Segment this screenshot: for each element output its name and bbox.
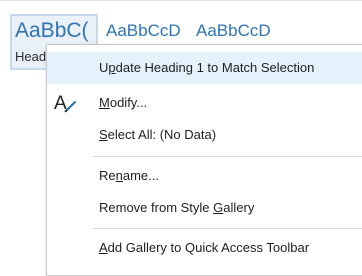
menu-item-select-all[interactable]: Select All: (No Data): [47, 119, 362, 151]
style-preview-text: AaBbC(: [15, 19, 89, 42]
access-key-underline: p: [108, 60, 116, 75]
menu-separator: [93, 228, 362, 229]
menu-item-label: Rename...: [99, 168, 159, 183]
menu-item-add-to-quick-access[interactable]: Add Gallery to Quick Access Toolbar: [47, 232, 362, 264]
menu-item-rename[interactable]: Rename...: [47, 160, 362, 192]
menu-separator: [93, 156, 362, 157]
style-preview-text: AaBbCcD: [196, 21, 271, 40]
access-key-underline: A: [99, 240, 108, 255]
modify-style-icon: A: [53, 91, 77, 115]
menu-item-label: Update Heading 1 to Match Selection: [99, 60, 315, 75]
menu-item-modify[interactable]: A Modify...: [47, 87, 362, 119]
style-context-menu: Update Heading 1 to Match Selection A Mo…: [46, 44, 362, 276]
access-key-underline: S: [99, 127, 108, 142]
access-key-underline: n: [115, 168, 123, 183]
menu-item-label: Select All: (No Data): [99, 127, 217, 142]
menu-item-update-heading[interactable]: Update Heading 1 to Match Selection: [47, 52, 362, 84]
access-key-underline: M: [99, 95, 110, 110]
menu-item-remove-from-gallery[interactable]: Remove from Style Gallery: [47, 192, 362, 224]
access-key-underline: G: [213, 200, 224, 215]
ribbon-top-border: [0, 0, 362, 1]
style-preview-text: AaBbCcD: [106, 21, 181, 40]
menu-item-label: Add Gallery to Quick Access Toolbar: [99, 240, 310, 255]
style-name-label: Head: [15, 49, 47, 64]
menu-item-label: Remove from Style Gallery: [99, 200, 255, 215]
menu-item-label: Modify...: [99, 95, 148, 110]
